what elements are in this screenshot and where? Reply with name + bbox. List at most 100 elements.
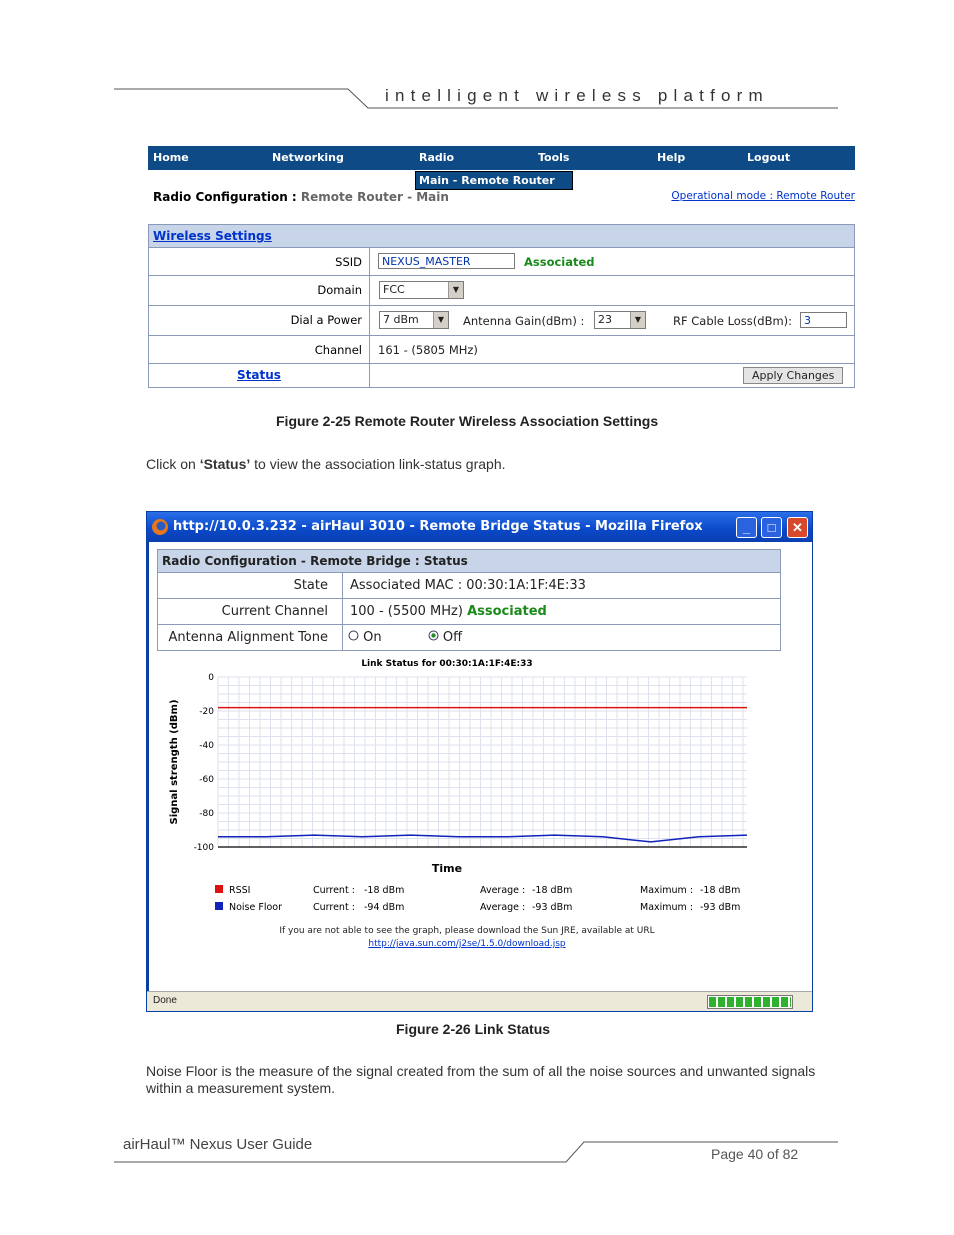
legend-maximum-label: Maximum :	[640, 885, 693, 896]
progress-bar	[707, 995, 793, 1009]
link-status-chart: Link Status for 00:30:1A:1F:4E:33 0 -20 -40…	[169, 659, 748, 913]
tone-off-label: Off	[442, 630, 463, 645]
tone-off-radio[interactable]: Off	[428, 630, 462, 645]
window-titlebar: http://10.0.3.232 - airHaul 3010 - Remot…	[147, 512, 812, 542]
y-tick-label: -100	[194, 843, 215, 853]
domain-label: Domain	[317, 283, 362, 297]
radio-unchecked-icon	[348, 630, 359, 641]
page-title: Radio Configuration : Remote Router - Ma…	[153, 190, 449, 204]
legend-maximum-value: -18 dBm	[700, 885, 740, 896]
page-title-sub: Remote Router - Main	[300, 190, 449, 204]
figure-2-25-caption: Figure 2-25 Remote Router Wireless Assoc…	[276, 413, 659, 429]
power-value: 7 dBm	[383, 313, 419, 326]
domain-value: FCC	[383, 283, 405, 296]
ssid-status: Associated	[524, 255, 595, 269]
y-tick-label: -40	[199, 741, 214, 751]
state-value: Associated MAC : 00:30:1A:1F:4E:33	[350, 578, 586, 593]
window-title: http://10.0.3.232 - airHaul 3010 - Remot…	[173, 519, 703, 534]
noise-floor-paragraph: Noise Floor is the measure of the signal…	[146, 1063, 816, 1096]
legend-swatch	[215, 902, 223, 910]
legend-name: RSSI	[229, 885, 250, 896]
ssid-input[interactable]: NEXUS_MASTER	[378, 253, 515, 269]
nav-radio[interactable]: Radio	[419, 151, 454, 164]
minimize-icon[interactable]: _	[736, 517, 757, 538]
status-instruction: Click on ‘Status’ to view the associatio…	[146, 456, 506, 472]
channel-value: 161 - (5805 MHz)	[378, 343, 478, 357]
y-tick-label: -80	[199, 809, 214, 819]
legend-average-value: -93 dBm	[532, 902, 572, 913]
nav-logout[interactable]: Logout	[747, 151, 790, 164]
footer-guide-title: airHaul™ Nexus User Guide	[123, 1136, 313, 1153]
nav-help[interactable]: Help	[657, 151, 685, 164]
legend-maximum-label: Maximum :	[640, 902, 693, 913]
alignment-tone-label: Antenna Alignment Tone	[168, 630, 328, 645]
alignment-tone-row: Antenna Alignment Tone On Off	[158, 625, 780, 650]
page-title-label: Radio Configuration :	[153, 190, 297, 204]
current-channel-label: Current Channel	[221, 604, 328, 619]
power-row: Dial a Power 7 dBm ▼ Antenna Gain(dBm) :…	[149, 306, 854, 336]
progress-fill	[709, 997, 791, 1007]
y-tick-label: -20	[199, 707, 214, 717]
java-note: If you are not able to see the graph, pl…	[279, 926, 655, 936]
legend-average-value: -18 dBm	[532, 885, 572, 896]
x-axis-label: Time	[432, 862, 462, 875]
legend-average-label: Average :	[480, 885, 525, 896]
instruction-pre: Click on	[146, 456, 200, 472]
status-link[interactable]: Status	[237, 368, 281, 382]
nav-home[interactable]: Home	[153, 151, 189, 164]
gain-select[interactable]: 23 ▼	[594, 311, 646, 329]
channel-value-text: 100 - (5500 MHz)	[350, 604, 463, 619]
nav-networking[interactable]: Networking	[272, 151, 344, 164]
instruction-post: to view the association link-status grap…	[250, 456, 506, 472]
browser-status-bar: Done	[147, 991, 812, 1011]
firefox-window: http://10.0.3.232 - airHaul 3010 - Remot…	[146, 511, 813, 1012]
gain-label: Antenna Gain(dBm) :	[463, 314, 585, 328]
chevron-down-icon: ▼	[448, 282, 463, 298]
legend-current-value: -94 dBm	[364, 902, 404, 913]
channel-label: Channel	[314, 343, 362, 357]
close-icon[interactable]: ✕	[787, 517, 808, 538]
legend-name: Noise Floor	[229, 902, 282, 913]
status-done: Done	[153, 995, 177, 1006]
channel-row: Channel 161 - (5805 MHz)	[149, 336, 854, 364]
operational-mode-link[interactable]: Operational mode : Remote Router	[671, 190, 855, 202]
wireless-settings-header: Wireless Settings	[149, 225, 854, 248]
header-tagline: intelligent wireless platform	[385, 86, 769, 105]
current-channel-value: 100 - (5500 MHz) Associated	[350, 604, 547, 619]
header-rule	[114, 88, 838, 109]
wireless-settings-link[interactable]: Wireless Settings	[153, 229, 272, 243]
status-row: Status Apply Changes	[149, 364, 854, 387]
nav-tools[interactable]: Tools	[538, 151, 569, 164]
submenu-main-remote-router[interactable]: Main - Remote Router	[415, 171, 573, 190]
y-tick-label: 0	[208, 673, 214, 683]
legend-current-value: -18 dBm	[364, 885, 404, 896]
ssid-row: SSID NEXUS_MASTER Associated	[149, 248, 854, 276]
domain-row: Domain FCC ▼	[149, 276, 854, 306]
legend-swatch	[215, 885, 223, 893]
y-axis-label: Signal strength (dBm)	[169, 699, 180, 824]
power-label: Dial a Power	[290, 313, 362, 327]
chevron-down-icon: ▼	[630, 312, 645, 328]
tone-on-radio[interactable]: On	[348, 630, 382, 645]
domain-select[interactable]: FCC ▼	[379, 281, 464, 299]
java-download-link[interactable]: http://java.sun.com/j2se/1.5.0/download.…	[368, 939, 565, 949]
ssid-label: SSID	[335, 255, 362, 269]
router-config-screenshot: Home Networking Radio Tools Help Logout …	[148, 146, 855, 388]
footer-page-number: Page 40 of 82	[711, 1146, 799, 1162]
current-channel-row: Current Channel 100 - (5500 MHz) Associa…	[158, 599, 780, 625]
cable-loss-input[interactable]: 3	[800, 312, 847, 328]
y-tick-label: -60	[199, 775, 214, 785]
alignment-tone-options: On Off	[348, 630, 462, 645]
wireless-settings-table: Wireless Settings SSID NEXUS_MASTER Asso…	[148, 224, 855, 388]
apply-changes-button[interactable]: Apply Changes	[743, 367, 844, 384]
legend-average-label: Average :	[480, 902, 525, 913]
power-select[interactable]: 7 dBm ▼	[379, 311, 449, 329]
legend-current-label: Current :	[313, 902, 355, 913]
tone-on-label: On	[363, 630, 382, 645]
legend-current-label: Current :	[313, 885, 355, 896]
chart-title: Link Status for 00:30:1A:1F:4E:33	[361, 659, 532, 669]
top-nav: Home Networking Radio Tools Help Logout	[148, 146, 855, 170]
state-row: State Associated MAC : 00:30:1A:1F:4E:33	[158, 573, 780, 599]
maximize-icon[interactable]: □	[761, 517, 782, 538]
state-label: State	[293, 578, 328, 593]
